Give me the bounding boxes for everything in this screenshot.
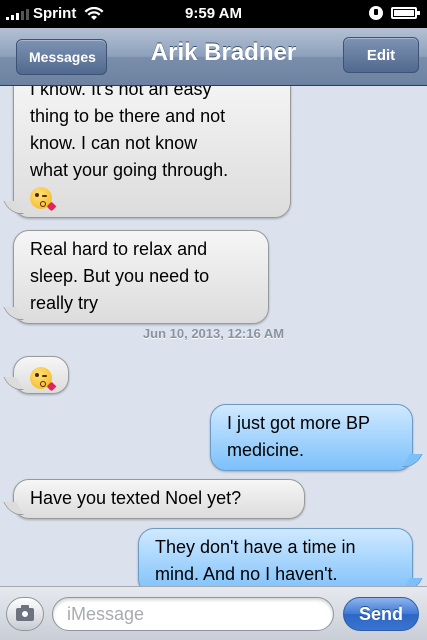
kissing-heart-emoji-icon bbox=[30, 187, 57, 212]
conversation-view[interactable]: I know. It's not an easy thing to be the… bbox=[0, 86, 427, 586]
status-bar: Sprint 9:59 AM bbox=[0, 0, 427, 28]
message-bubble-incoming: I know. It's not an easy thing to be the… bbox=[13, 86, 291, 218]
message-line: mind. And no I haven't. bbox=[155, 564, 338, 584]
rotation-lock-icon bbox=[369, 6, 383, 20]
message-bubble-incoming bbox=[13, 356, 69, 394]
message-line: thing to be there and not bbox=[30, 106, 226, 126]
edit-button[interactable]: Edit bbox=[343, 37, 419, 73]
status-right bbox=[369, 6, 420, 20]
message-bubble-outgoing: They don't have a time in mind. And no I… bbox=[138, 528, 413, 586]
navigation-bar: Messages Arik Bradner Edit bbox=[0, 28, 427, 86]
message-line: what your going through. bbox=[30, 160, 229, 180]
message-bubble-outgoing: I just got more BP medicine. bbox=[210, 404, 413, 471]
message-line: I just got more BP bbox=[227, 413, 371, 433]
message-input-bar: Send bbox=[0, 586, 427, 640]
message-bubble-incoming: Have you texted Noel yet? bbox=[13, 479, 305, 519]
send-button[interactable]: Send bbox=[343, 597, 419, 631]
message-bubble-incoming: Real hard to relax and sleep. But you ne… bbox=[13, 230, 269, 324]
message-line: sleep. But you need to bbox=[30, 266, 210, 286]
imessage-input[interactable] bbox=[52, 597, 334, 631]
camera-button[interactable] bbox=[6, 597, 44, 631]
kissing-heart-emoji-icon bbox=[30, 367, 57, 392]
message-line: really try bbox=[30, 293, 99, 313]
status-time: 9:59 AM bbox=[185, 5, 242, 22]
message-line: They don't have a time in bbox=[155, 537, 356, 557]
message-line: medicine. bbox=[227, 440, 305, 460]
message-line: Have you texted Noel yet? bbox=[30, 488, 242, 508]
message-line: I know. It's not an easy bbox=[30, 86, 212, 99]
message-timestamp: Jun 10, 2013, 12:16 AM bbox=[142, 326, 285, 341]
conversation-title: Arik Bradner bbox=[150, 39, 297, 66]
back-button-label: Messages bbox=[29, 49, 96, 65]
message-line: Real hard to relax and bbox=[30, 239, 208, 259]
message-line: know. I can not know bbox=[30, 133, 198, 153]
back-button[interactable]: Messages bbox=[16, 39, 107, 75]
battery-icon bbox=[391, 7, 420, 19]
